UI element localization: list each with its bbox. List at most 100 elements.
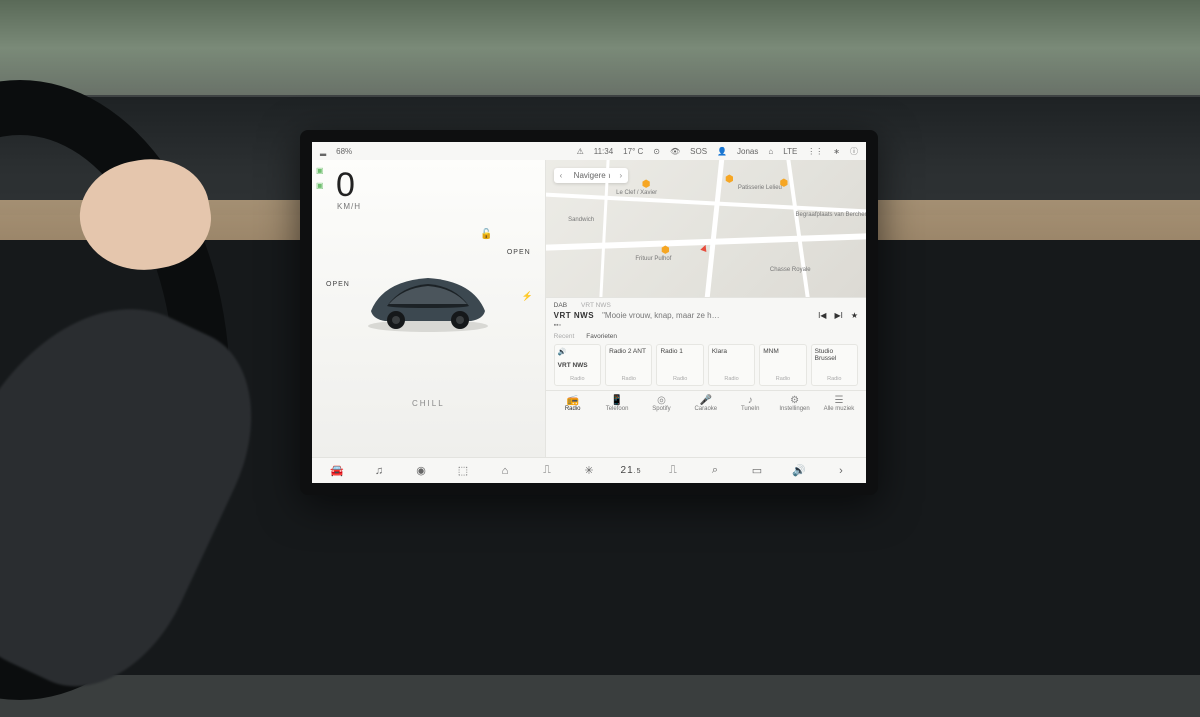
speed-value: 0	[336, 168, 535, 202]
preset-name: Studio Brussel	[815, 348, 854, 362]
poi-label: Patisserie Lelieu	[738, 185, 782, 191]
drive-panel: ▣ ▣ 0 KM/H 🔓 ⚡ OPEN OPEN	[312, 160, 545, 457]
now-playing: VRT NWS "Mooie vrouw, knap, maar ze h… I…	[554, 311, 858, 320]
car-settings-icon[interactable]: 🚘	[318, 464, 356, 477]
seat-heat-left-icon[interactable]: ⎍	[528, 464, 566, 477]
defrost-rear-icon[interactable]: ⬚	[444, 464, 482, 477]
prev-track-icon[interactable]: I◀	[818, 311, 826, 320]
road	[546, 193, 866, 214]
preset-name: MNM	[763, 348, 802, 355]
temp-frac: .5	[634, 468, 642, 475]
source-spotify[interactable]: ◎Spotify	[642, 395, 680, 412]
road	[705, 160, 724, 297]
poi-pin-icon[interactable]: ⬢	[725, 174, 734, 185]
defrost-front-icon[interactable]: ⌂	[486, 465, 524, 477]
next-track-icon[interactable]: ▶I	[834, 311, 842, 320]
source-icon: ♪	[731, 395, 769, 406]
door-left-label: OPEN	[326, 281, 350, 288]
signal-icon: ▪▪▫	[554, 322, 858, 329]
map-view[interactable]: Navigeren ⬢ ⬢ ⬢ ⬢ Le Clef / Xavier Sandw…	[546, 160, 866, 297]
sos-button[interactable]: SOS	[690, 147, 707, 156]
right-panel: Navigeren ⬢ ⬢ ⬢ ⬢ Le Clef / Xavier Sandw…	[545, 160, 866, 457]
preset-sub: Radio	[815, 376, 854, 382]
source-label: Instellingen	[779, 406, 809, 412]
tab-dab[interactable]: DAB	[554, 302, 567, 309]
poi-label: Begraafplaats van Berchem	[796, 212, 870, 218]
source-caraoke[interactable]: 🎤Caraoke	[687, 395, 725, 412]
media-band-tabs: DAB VRT NWS	[554, 302, 858, 309]
profile-icon[interactable]: 👤	[717, 147, 727, 156]
source-icon: ⚙	[776, 395, 814, 406]
preset-name: Klara	[712, 348, 751, 355]
bluetooth-icon[interactable]: ∗	[833, 147, 840, 156]
poi-label: Chasse Royale	[770, 267, 811, 273]
wifi-icon[interactable]: ⋮⋮	[807, 147, 823, 156]
source-icon: 📻	[554, 395, 592, 406]
preset-card[interactable]: Radio 2 ANTRadio	[605, 344, 652, 386]
preset-card[interactable]: Radio 1Radio	[656, 344, 703, 386]
volume-icon[interactable]: 🔊	[780, 464, 818, 477]
source-instellingen[interactable]: ⚙Instellingen	[776, 395, 814, 412]
door-right-label: OPEN	[507, 249, 531, 256]
battery-pct: 68%	[336, 147, 352, 156]
preset-sub: Radio	[660, 376, 699, 382]
source-alle muziek[interactable]: ☰Alle muziek	[820, 395, 858, 412]
preset-name: VRT NWS	[558, 362, 597, 369]
music-icon[interactable]: ♫	[360, 465, 398, 477]
door-open-icon: ▣	[316, 181, 324, 190]
poi-label: Le Clef / Xavier	[616, 190, 657, 196]
source-icon: ☰	[820, 395, 858, 406]
seat-heat-right-icon[interactable]: ⎍	[654, 464, 692, 477]
car-svg	[353, 256, 503, 336]
profile-name[interactable]: Jonas	[737, 147, 758, 156]
tab-recent[interactable]: Recent	[554, 333, 575, 340]
road	[786, 160, 809, 297]
cabin-temp[interactable]: 21.5	[612, 465, 650, 476]
center-touchscreen: ▂ 68% ⚠ 11:34 17° C ⊙ 👁 SOS 👤 Jonas ⌂ LT…	[300, 130, 878, 495]
source-icon: 📱	[598, 395, 636, 406]
charge-icon[interactable]: ⚡	[521, 291, 532, 302]
poi-label: Sandwich	[568, 217, 594, 223]
poi-pin-icon[interactable]: ⬢	[661, 245, 670, 256]
source-radio[interactable]: 📻Radio	[554, 395, 592, 412]
sentry-icon[interactable]: 👁	[670, 147, 680, 156]
favourite-star-icon[interactable]: ★	[851, 311, 858, 320]
fav-tabs: Recent Favorieten	[554, 333, 858, 340]
preset-card[interactable]: VRT NWS Radio	[554, 344, 601, 386]
rear-camera-icon[interactable]: ▭	[738, 464, 776, 477]
drive-mode: CHILL	[322, 399, 535, 408]
station-name: VRT NWS	[554, 311, 594, 320]
media-panel: DAB VRT NWS VRT NWS "Mooie vrouw, knap, …	[546, 297, 866, 331]
tab-favorieten[interactable]: Favorieten	[586, 333, 617, 340]
source-telefoon[interactable]: 📱Telefoon	[598, 395, 636, 412]
preset-card[interactable]: MNMRadio	[759, 344, 806, 386]
preset-card[interactable]: KlaraRadio	[708, 344, 755, 386]
poi-label: Frituur Pulhof	[635, 256, 671, 262]
fan-icon[interactable]: ✳	[570, 464, 608, 477]
source-label: Radio	[565, 406, 581, 412]
nav-search[interactable]: Navigeren	[554, 168, 628, 183]
preset-sub: Radio	[558, 376, 597, 382]
preset-row: VRT NWS Radio Radio 2 ANTRadioRadio 1Radio…	[554, 344, 858, 386]
clock: 11:34	[594, 147, 613, 156]
poi-pin-icon[interactable]: ⬢	[642, 179, 651, 190]
temp-value: 21	[621, 465, 634, 476]
network-badge: LTE	[783, 147, 797, 156]
airbag-icon: ⚠	[577, 147, 584, 156]
favourites-panel: Recent Favorieten VRT NWS Radio Radio 2 AN…	[546, 331, 866, 390]
phone-icon[interactable]: ⌕	[696, 464, 734, 477]
status-bar: ▂ 68% ⚠ 11:34 17° C ⊙ 👁 SOS 👤 Jonas ⌂ LT…	[312, 142, 866, 160]
info-icon[interactable]: ⓘ	[850, 146, 858, 157]
quick-controls-icon[interactable]: ◉	[402, 464, 440, 477]
lock-icon[interactable]: 🔓	[480, 229, 492, 240]
car-illustration[interactable]: 🔓 ⚡ OPEN OPEN	[322, 221, 535, 371]
dashcam-icon[interactable]: ⊙	[653, 147, 660, 156]
speed-unit: KM/H	[337, 202, 535, 211]
tab-station[interactable]: VRT NWS	[581, 302, 611, 309]
track-title: "Mooie vrouw, knap, maar ze h…	[602, 311, 720, 320]
source-label: Spotify	[652, 406, 670, 412]
preset-card[interactable]: Studio Brussel Radio	[811, 344, 858, 386]
more-icon[interactable]: ›	[822, 465, 860, 477]
homelink-icon[interactable]: ⌂	[768, 147, 773, 156]
source-tunein[interactable]: ♪TuneIn	[731, 395, 769, 412]
